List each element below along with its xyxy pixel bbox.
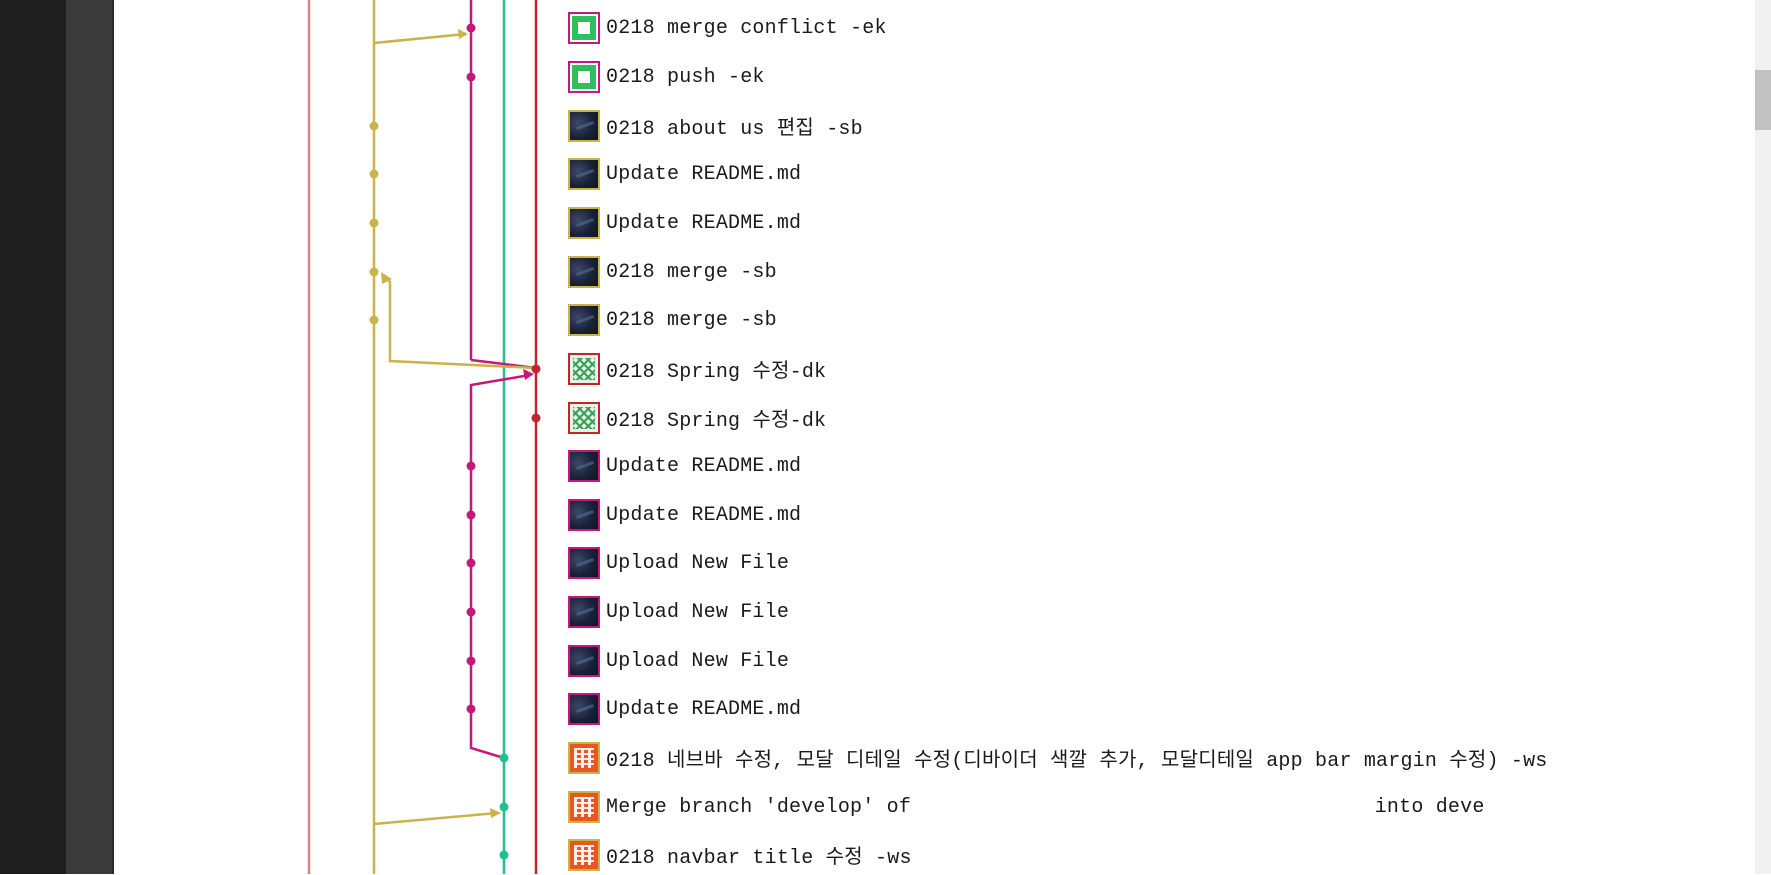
- commit-row[interactable]: Update README.md: [568, 689, 801, 729]
- commit-row[interactable]: Upload New File: [568, 592, 789, 632]
- avatar: [568, 839, 600, 871]
- commit-row[interactable]: Update README.md: [568, 154, 801, 194]
- avatar: [568, 596, 600, 628]
- commit-row[interactable]: Update README.md: [568, 446, 801, 486]
- commit-row[interactable]: 0218 merge conflict -ek: [568, 8, 887, 48]
- commit-row[interactable]: 0218 네브바 수정, 모달 디테일 수정(디바이더 색깔 추가, 모달디테일…: [568, 738, 1547, 778]
- commit-message: 0218 merge -sb: [606, 308, 777, 332]
- avatar: [568, 791, 600, 823]
- commit-message: 0218 네브바 수정, 모달 디테일 수정(디바이더 색깔 추가, 모달디테일…: [606, 750, 1548, 773]
- scrollbar-thumb[interactable]: [1755, 70, 1771, 130]
- avatar: [568, 450, 600, 482]
- commit-message: Merge branch 'develop' of into deve: [606, 795, 1485, 819]
- commit-message: 0218 Spring 수정-dk: [606, 410, 827, 433]
- avatar: [568, 693, 600, 725]
- commit-message: Upload New File: [606, 600, 790, 624]
- commit-message: Update README.md: [606, 211, 802, 235]
- commit-row[interactable]: 0218 navbar title 수정 -ws: [568, 835, 912, 875]
- commit-row[interactable]: Update README.md: [568, 203, 801, 243]
- avatar: [568, 110, 600, 142]
- commit-message: 0218 about us 편집 -sb: [606, 118, 863, 141]
- avatar: [568, 645, 600, 677]
- commit-message: 0218 push -ek: [606, 65, 765, 89]
- commit-row[interactable]: Update README.md: [568, 495, 801, 535]
- avatar: [568, 12, 600, 44]
- commit-row[interactable]: 0218 about us 편집 -sb: [568, 106, 863, 146]
- commit-row[interactable]: Upload New File: [568, 543, 789, 583]
- avatar: [568, 547, 600, 579]
- avatar: [568, 207, 600, 239]
- vertical-scrollbar[interactable]: [1755, 0, 1771, 874]
- commit-message: Update README.md: [606, 162, 802, 186]
- avatar: [568, 256, 600, 288]
- commit-row[interactable]: 0218 Spring 수정-dk: [568, 349, 826, 389]
- commit-message: Update README.md: [606, 454, 802, 478]
- avatar: [568, 353, 600, 385]
- commit-list: 0218 merge conflict -ek 0218 push -ek 02…: [0, 0, 1755, 874]
- commit-message: Update README.md: [606, 697, 802, 721]
- commit-message: Upload New File: [606, 551, 790, 575]
- commit-message: 0218 navbar title 수정 -ws: [606, 847, 912, 870]
- avatar: [568, 499, 600, 531]
- commit-message: Update README.md: [606, 503, 802, 527]
- commit-row[interactable]: Upload New File: [568, 641, 789, 681]
- avatar: [568, 402, 600, 434]
- commit-message: Upload New File: [606, 649, 790, 673]
- commit-message: 0218 Spring 수정-dk: [606, 361, 827, 384]
- commit-row[interactable]: Merge branch 'develop' of into deve: [568, 787, 1485, 827]
- commit-message: 0218 merge -sb: [606, 260, 777, 284]
- avatar: [568, 304, 600, 336]
- commit-row[interactable]: 0218 merge -sb: [568, 252, 777, 292]
- avatar: [568, 61, 600, 93]
- avatar: [568, 158, 600, 190]
- commit-row[interactable]: 0218 merge -sb: [568, 300, 777, 340]
- commit-row[interactable]: 0218 push -ek: [568, 57, 765, 97]
- avatar: [568, 742, 600, 774]
- commit-message: 0218 merge conflict -ek: [606, 16, 887, 40]
- commit-row[interactable]: 0218 Spring 수정-dk: [568, 398, 826, 438]
